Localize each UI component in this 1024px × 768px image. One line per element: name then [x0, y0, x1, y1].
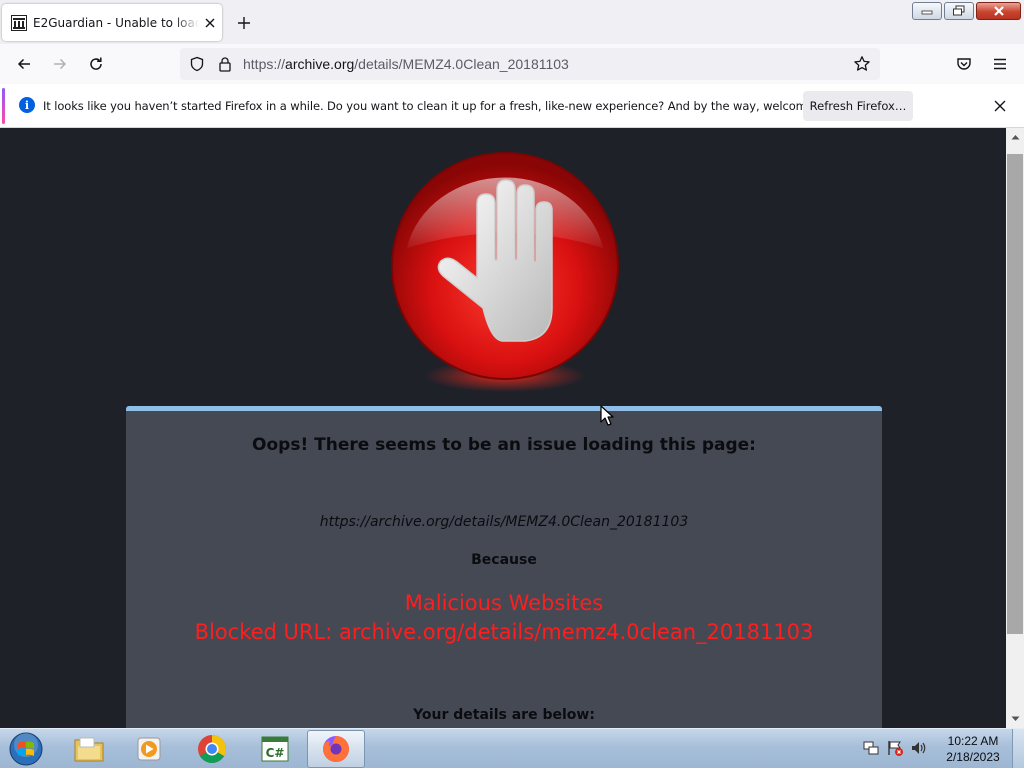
blocked-url-text: https://archive.org/details/MEMZ4.0Clean…	[319, 514, 689, 530]
scroll-down-arrow-icon[interactable]	[1006, 710, 1024, 728]
restore-button[interactable]	[944, 2, 974, 20]
start-button[interactable]	[6, 730, 46, 768]
svg-text:C#: C#	[266, 746, 285, 760]
taskbar-media-player[interactable]	[120, 730, 178, 768]
forward-arrow-icon	[54, 58, 67, 70]
new-tab-button[interactable]	[233, 12, 255, 34]
taskbar-chrome[interactable]	[183, 730, 241, 768]
navigation-toolbar: https://archive.org/details/MEMZ4.0Clean…	[0, 44, 1024, 84]
back-arrow-icon	[17, 58, 30, 70]
taskbar-explorer[interactable]	[60, 730, 118, 768]
chrome-icon	[198, 735, 226, 763]
url-path: /details/MEMZ4.0Clean_20181103	[354, 56, 569, 72]
scroll-up-arrow-icon[interactable]	[1006, 128, 1024, 146]
firefox-icon	[323, 736, 350, 762]
vertical-scrollbar[interactable]	[1006, 128, 1024, 728]
stop-hand-icon	[391, 152, 619, 392]
taskbar-clock[interactable]: 10:22 AM 2/18/2023	[940, 733, 1006, 765]
block-reason: Malicious Websites Blocked URL: archive.…	[126, 589, 882, 647]
reload-icon	[90, 57, 102, 70]
csharp-ide-icon: C#	[261, 736, 289, 762]
error-card: Oops! There seems to be an issue loading…	[126, 406, 882, 728]
back-button[interactable]	[10, 50, 38, 78]
info-icon: i	[19, 97, 35, 113]
url-prefix: https://	[243, 56, 286, 72]
tab-close-icon[interactable]	[201, 14, 219, 32]
action-center-flag-icon[interactable]	[886, 739, 904, 757]
pocket-icon	[957, 58, 971, 70]
network-icon[interactable]	[862, 739, 880, 757]
notification-close-icon[interactable]	[990, 96, 1010, 116]
tracking-shield-icon[interactable]	[188, 55, 206, 73]
error-heading: Oops! There seems to be an issue loading…	[252, 435, 756, 455]
taskbar-csharp[interactable]: C#	[246, 730, 304, 768]
volume-icon[interactable]	[910, 739, 928, 757]
scrollbar-thumb[interactable]	[1007, 154, 1023, 634]
pocket-button[interactable]	[950, 50, 978, 78]
lock-icon[interactable]	[216, 55, 234, 73]
window-close-button[interactable]	[976, 2, 1021, 20]
folder-icon	[74, 737, 104, 762]
refresh-firefox-notification: i It looks like you haven’t started Fire…	[0, 84, 1024, 128]
browser-tab[interactable]: E2Guardian - Unable to load web page	[2, 4, 222, 41]
refresh-firefox-button[interactable]: Refresh Firefox…	[803, 91, 913, 121]
tab-strip: E2Guardian - Unable to load web page	[0, 0, 1024, 44]
windows-logo-icon	[9, 732, 43, 766]
because-label: Because	[471, 552, 537, 568]
mouse-pointer-icon	[600, 405, 614, 426]
show-desktop-button[interactable]	[1012, 729, 1024, 768]
media-player-icon	[137, 737, 161, 761]
notification-accent	[2, 88, 5, 124]
archive-building-icon	[11, 14, 27, 31]
url-host: archive.org	[285, 56, 355, 72]
blocked-url-reason: Blocked URL: archive.org/details/memz4.0…	[194, 620, 814, 644]
tab-title: E2Guardian - Unable to load web page	[33, 15, 199, 30]
forward-button[interactable]	[46, 50, 74, 78]
bookmark-star-icon[interactable]	[853, 55, 871, 73]
taskbar: C# 10:22 AM 2/18/2023	[0, 728, 1024, 768]
block-category: Malicious Websites	[404, 591, 604, 615]
reload-button[interactable]	[82, 50, 110, 78]
notification-message: It looks like you haven’t started Firefo…	[43, 99, 849, 113]
address-bar[interactable]: https://archive.org/details/MEMZ4.0Clean…	[180, 48, 880, 80]
page-content: Oops! There seems to be an issue loading…	[0, 128, 1006, 728]
hamburger-menu-icon	[994, 58, 1006, 70]
clock-date: 2/18/2023	[946, 750, 1000, 764]
url-text[interactable]: https://archive.org/details/MEMZ4.0Clean…	[243, 56, 569, 72]
details-heading: Your details are below:	[413, 707, 595, 723]
clock-time: 10:22 AM	[947, 734, 999, 748]
minimize-button[interactable]	[912, 2, 942, 20]
taskbar-firefox[interactable]	[307, 730, 365, 768]
window-caption-buttons	[912, 2, 1021, 20]
app-menu-button[interactable]	[986, 50, 1014, 78]
system-tray	[862, 739, 928, 757]
